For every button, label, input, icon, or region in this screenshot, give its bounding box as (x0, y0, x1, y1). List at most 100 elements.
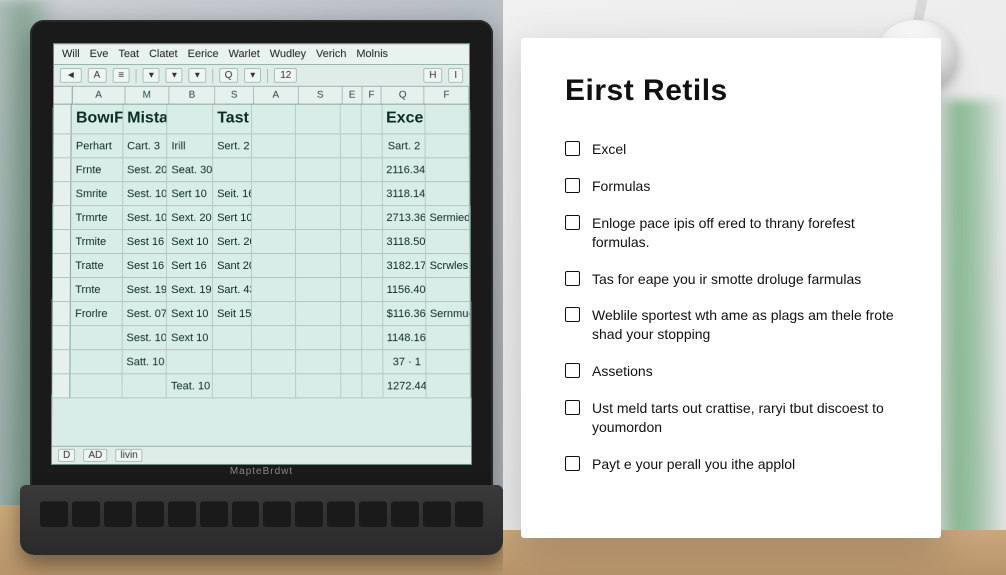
grid[interactable]: BowıFiet Mistalkes Tast Excel PerhartCar… (52, 105, 471, 446)
cell[interactable] (362, 206, 383, 229)
cell[interactable]: 2116.34 (382, 158, 425, 181)
cell[interactable]: Sart. 2 (382, 134, 425, 157)
row-header[interactable] (53, 254, 71, 277)
cell[interactable]: Sermied (425, 206, 470, 229)
row-header[interactable] (54, 105, 72, 134)
col-H-button[interactable]: H (423, 68, 442, 83)
cell[interactable] (426, 350, 471, 373)
cell[interactable] (71, 350, 123, 373)
cell[interactable]: Cart. 3 (123, 134, 167, 157)
column-header[interactable]: F (425, 87, 470, 104)
cell[interactable] (252, 350, 297, 373)
row-header[interactable] (53, 134, 71, 157)
cell[interactable]: Sert 10 (167, 182, 213, 205)
row-header[interactable] (52, 350, 71, 373)
cell[interactable]: Trmite (71, 230, 122, 253)
column-header[interactable]: F (362, 87, 381, 104)
cell[interactable] (213, 158, 252, 181)
cell[interactable] (252, 374, 297, 397)
cell[interactable]: Seit 15 (213, 302, 252, 325)
cell[interactable] (167, 350, 213, 373)
column-header[interactable]: Q (382, 87, 425, 104)
cell[interactable] (252, 302, 297, 325)
cell[interactable] (296, 206, 340, 229)
cell[interactable]: Sant 20 (213, 254, 252, 277)
cell[interactable]: Satt. 10 (122, 350, 167, 373)
cell[interactable] (252, 278, 297, 301)
cell[interactable] (213, 326, 252, 349)
status-item[interactable]: AD (83, 449, 107, 462)
cell[interactable]: Sert. 2 (213, 134, 252, 157)
cell[interactable] (362, 230, 383, 253)
cell[interactable] (296, 230, 340, 253)
cell[interactable]: Sest. 10 (123, 182, 167, 205)
menu-item[interactable]: Eerice (188, 48, 219, 60)
cell[interactable] (362, 326, 383, 349)
cell[interactable]: Scrwles (426, 254, 471, 277)
cell[interactable] (252, 182, 296, 205)
cell[interactable] (425, 158, 469, 181)
menu-item[interactable]: Warlet (229, 48, 260, 60)
cell[interactable] (297, 374, 342, 397)
cell[interactable] (213, 350, 252, 373)
checkbox[interactable] (565, 307, 580, 322)
cell[interactable] (425, 230, 470, 253)
cell[interactable]: Sext 10 (167, 230, 213, 253)
cell[interactable]: Sest. 20 (123, 158, 167, 181)
cell[interactable] (341, 158, 362, 181)
menu-item[interactable]: Wudley (270, 48, 306, 60)
cell[interactable] (252, 326, 297, 349)
cell[interactable] (296, 134, 340, 157)
cell[interactable] (252, 206, 296, 229)
title-cell[interactable]: BowıFiet (72, 105, 123, 134)
checkbox[interactable] (565, 215, 580, 230)
cell[interactable]: Sext. 19 (167, 278, 213, 301)
cell[interactable]: Sext 10 (167, 302, 213, 325)
cell[interactable] (425, 134, 469, 157)
menu-item[interactable]: Clatet (149, 48, 178, 60)
cell[interactable]: Trnte (71, 278, 123, 301)
zoom-value[interactable]: 12 (274, 68, 297, 83)
cell[interactable] (341, 134, 362, 157)
cell[interactable] (297, 350, 342, 373)
cell[interactable]: Sest. 10 (123, 206, 167, 229)
menu-item[interactable]: Verich (316, 48, 346, 60)
cell[interactable] (296, 182, 340, 205)
row-header[interactable] (52, 326, 71, 349)
checkbox[interactable] (565, 456, 580, 471)
dropdown-button[interactable]: ▾ (143, 68, 160, 83)
cell[interactable] (341, 254, 362, 277)
cell[interactable]: Frnte (72, 158, 123, 181)
checkbox[interactable] (565, 363, 580, 378)
cell[interactable]: Smrite (72, 182, 123, 205)
menu-item[interactable]: Teat (118, 48, 139, 60)
cell[interactable]: Sert. 20 (213, 230, 252, 253)
column-header[interactable]: S (215, 87, 254, 104)
cell[interactable]: 1272.44 (383, 374, 426, 397)
cell[interactable] (362, 302, 383, 325)
cell[interactable] (362, 182, 383, 205)
menu-item[interactable]: Eve (90, 48, 109, 60)
cell[interactable]: 3182.17 (383, 254, 426, 277)
cell[interactable] (341, 278, 362, 301)
cell[interactable] (71, 374, 123, 397)
row-header[interactable] (53, 158, 71, 181)
cell[interactable] (362, 350, 383, 373)
column-header[interactable]: E (343, 87, 362, 104)
cell[interactable] (296, 254, 340, 277)
row-header[interactable] (53, 230, 71, 253)
cell[interactable]: Sernmud (426, 302, 471, 325)
cell[interactable] (361, 158, 382, 181)
cell[interactable] (362, 278, 383, 301)
checkbox[interactable] (565, 178, 580, 193)
column-header[interactable]: B (169, 87, 215, 104)
cell[interactable] (296, 158, 340, 181)
col-I-button[interactable]: I (448, 68, 463, 83)
column-header[interactable]: A (254, 87, 298, 104)
cell[interactable]: 1156.40 (383, 278, 426, 301)
cell[interactable] (341, 302, 362, 325)
cell[interactable]: Perhart (72, 134, 123, 157)
cell[interactable] (122, 374, 167, 397)
cell[interactable] (425, 182, 469, 205)
cell[interactable]: Sart. 43 (213, 278, 252, 301)
